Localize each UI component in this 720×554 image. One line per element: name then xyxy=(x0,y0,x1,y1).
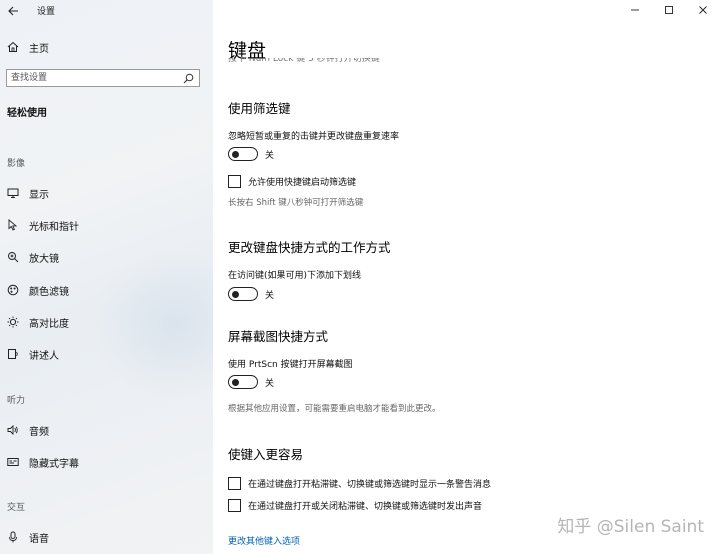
back-button[interactable] xyxy=(2,0,24,22)
sidebar-item-label: 隐藏式字幕 xyxy=(29,458,79,470)
maximize-button[interactable] xyxy=(652,0,686,20)
sidebar-section-heading: 轻松使用 xyxy=(7,108,47,119)
filter-keys-shortcut-checkbox[interactable] xyxy=(228,175,241,188)
home-icon xyxy=(6,40,20,54)
print-screen-setting-label: 使用 PrtScn 按键打开屏幕截图 xyxy=(228,360,353,370)
print-screen-note: 根据其他应用设置，可能需要重启电脑才能看到此更改。 xyxy=(228,404,441,414)
sidebar-item-captions[interactable]: 隐藏式字幕 xyxy=(0,450,213,474)
section-title-filter-keys: 使用筛选键 xyxy=(228,101,291,116)
print-screen-toggle[interactable] xyxy=(228,375,258,389)
checkbox-label: 在通过键盘打开或关闭粘滞键、切换键或筛选键时发出声音 xyxy=(248,502,483,512)
print-screen-toggle-row: 关 xyxy=(228,375,274,389)
sidebar-item-label: 语音 xyxy=(29,533,49,545)
filter-keys-toggle-row: 关 xyxy=(228,147,274,161)
magnifier-icon xyxy=(6,250,20,264)
toggle-state-label: 关 xyxy=(265,290,275,301)
sound-checkbox[interactable] xyxy=(228,499,241,512)
underline-access-keys-label: 在访问键(如果可用)下添加下划线 xyxy=(228,271,362,281)
clipped-setting-text: 按下 Num Lock 键 5 秒钟打开切换键 xyxy=(228,58,380,64)
underline-access-keys-toggle[interactable] xyxy=(228,287,258,301)
toggle-state-label: 关 xyxy=(265,378,275,389)
settings-window: 设置 主页 轻松使用 影像 xyxy=(0,0,720,554)
main-content: 键盘 按下 Num Lock 键 5 秒钟打开切换键 使用筛选键 忽略短暂或重复… xyxy=(213,0,720,554)
sidebar-item-cursor[interactable]: 光标和指针 xyxy=(0,213,213,237)
sidebar-item-audio[interactable]: 音频 xyxy=(0,418,213,442)
color-filter-icon xyxy=(6,283,20,297)
close-icon xyxy=(699,6,707,14)
sidebar-item-display[interactable]: 显示 xyxy=(0,181,213,205)
title-bar-left: 设置 xyxy=(0,0,213,22)
section-title-shortcuts: 更改键盘快捷方式的工作方式 xyxy=(228,240,391,255)
sidebar-item-narrator[interactable]: 讲述人 xyxy=(0,342,213,366)
sidebar-item-label: 光标和指针 xyxy=(29,221,79,233)
maximize-icon xyxy=(665,6,673,14)
filter-keys-note: 长按右 Shift 键八秒钟可打开筛选键 xyxy=(228,198,364,208)
speaker-icon xyxy=(6,423,20,437)
checkbox-label: 在通过键盘打开粘滞键、切换键或筛选键时显示一条警告消息 xyxy=(248,480,492,490)
sidebar-group-label: 影像 xyxy=(7,159,26,169)
section-title-print-screen: 屏幕截图快捷方式 xyxy=(228,329,329,344)
sidebar-group-label: 听力 xyxy=(7,396,26,406)
checkbox-label: 允许使用快捷键启动筛选键 xyxy=(248,178,357,188)
narrator-icon xyxy=(6,347,20,361)
sidebar: 设置 主页 轻松使用 影像 xyxy=(0,0,213,554)
section-title-typing: 使键入更容易 xyxy=(228,447,304,462)
other-typing-options-link[interactable]: 更改其他键入选项 xyxy=(228,534,300,547)
filter-keys-toggle[interactable] xyxy=(228,147,258,161)
sidebar-item-home[interactable]: 主页 xyxy=(0,35,213,59)
sound-row: 在通过键盘打开或关闭粘滞键、切换键或筛选键时发出声音 xyxy=(228,499,482,512)
high-contrast-icon xyxy=(6,315,20,329)
search-box[interactable] xyxy=(6,69,200,87)
window-controls xyxy=(618,0,720,20)
back-arrow-icon xyxy=(7,6,18,16)
sidebar-group-label: 交互 xyxy=(7,503,26,513)
sidebar-item-color-filters[interactable]: 颜色滤镜 xyxy=(0,278,213,302)
sidebar-item-high-contrast[interactable]: 高对比度 xyxy=(0,310,213,334)
warning-message-row: 在通过键盘打开粘滞键、切换键或筛选键时显示一条警告消息 xyxy=(228,477,491,490)
sidebar-item-label: 音频 xyxy=(29,426,49,438)
minimize-icon xyxy=(631,9,639,11)
app-title: 设置 xyxy=(37,7,56,17)
sidebar-item-label: 显示 xyxy=(29,189,49,201)
filter-keys-setting-label: 忽略短暂或重复的击键并更改键盘重复速率 xyxy=(228,132,400,142)
warning-message-checkbox[interactable] xyxy=(228,477,241,490)
microphone-icon xyxy=(6,530,20,544)
sidebar-item-label: 主页 xyxy=(29,43,49,55)
monitor-icon xyxy=(6,186,20,200)
sidebar-item-label: 放大镜 xyxy=(29,253,59,265)
search-input[interactable] xyxy=(7,72,181,84)
watermark: 知乎 @Silen Saint xyxy=(557,517,704,537)
search-icon[interactable] xyxy=(181,71,195,85)
sidebar-item-magnifier[interactable]: 放大镜 xyxy=(0,245,213,269)
sidebar-item-label: 颜色滤镜 xyxy=(29,286,69,298)
sidebar-item-label: 讲述人 xyxy=(29,350,59,362)
toggle-state-label: 关 xyxy=(265,150,275,161)
minimize-button[interactable] xyxy=(618,0,652,20)
filter-keys-shortcut-row: 允许使用快捷键启动筛选键 xyxy=(228,175,356,188)
captions-icon xyxy=(6,455,20,469)
sidebar-item-label: 高对比度 xyxy=(29,318,69,330)
underline-access-keys-toggle-row: 关 xyxy=(228,287,274,301)
sidebar-item-speech[interactable]: 语音 xyxy=(0,525,213,549)
cursor-icon xyxy=(6,218,20,232)
close-button[interactable] xyxy=(686,0,720,20)
